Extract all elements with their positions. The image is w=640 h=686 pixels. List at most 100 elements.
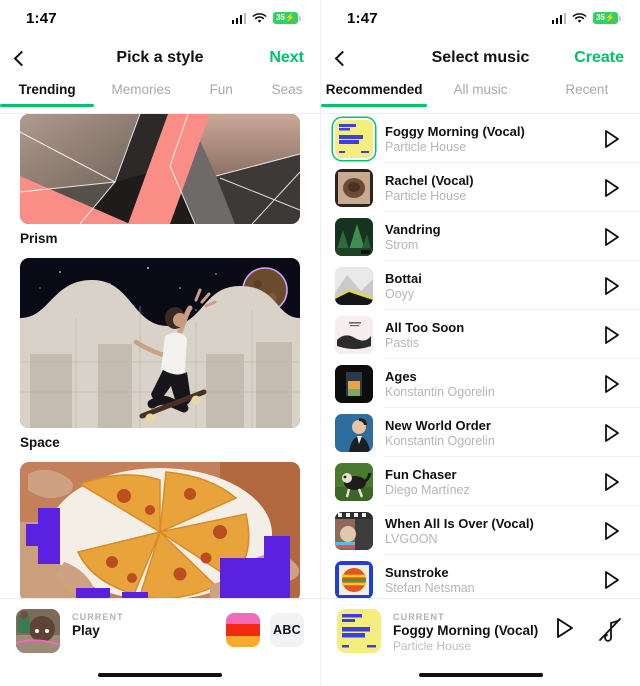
music-track-list[interactable]: Foggy Morning (Vocal) Particle House Rac… <box>321 114 640 598</box>
play-icon[interactable] <box>598 273 624 299</box>
battery-indicator: 35 ⚡ <box>593 12 621 24</box>
track-row[interactable]: All Too Soon Pastis <box>321 310 640 359</box>
track-artist: Pastis <box>385 335 420 350</box>
wifi-icon <box>572 12 587 23</box>
track-meta: Ages Konstantin Ogorelin <box>385 369 598 399</box>
phone-pick-a-style: 1:47 35 ⚡ Pick a style Next Trending Mem… <box>0 0 320 686</box>
style-thumbnail-space <box>20 258 300 428</box>
track-artist: Konstantin Ogorelin <box>385 433 495 448</box>
track-meta: Fun Chaser Diego Martínez <box>385 467 598 497</box>
track-title: When All Is Over (Vocal) <box>385 515 534 531</box>
current-artist: Particle House <box>393 639 472 653</box>
tab-fun[interactable]: Fun <box>188 80 254 107</box>
track-artist: Strom <box>385 237 419 252</box>
next-button[interactable]: Next <box>269 49 304 67</box>
music-tabs: Recommended All music Recent <box>321 80 640 114</box>
home-indicator-right <box>418 672 543 677</box>
track-row[interactable]: New World Order Konstantin Ogorelin <box>321 408 640 457</box>
track-meta: Vandring Strom <box>385 222 598 252</box>
track-artist: Diego Martínez <box>385 482 470 497</box>
track-row[interactable]: Vandring Strom <box>321 212 640 261</box>
status-bar-left: 1:47 35 ⚡ <box>0 0 320 36</box>
battery-level: 35 <box>596 13 605 22</box>
play-icon[interactable] <box>598 175 624 201</box>
battery-indicator: 35 ⚡ <box>273 12 301 24</box>
track-title: Ages <box>385 368 417 384</box>
track-artist: LVGOON <box>385 531 438 546</box>
current-media-thumbnail[interactable] <box>16 609 60 653</box>
play-icon[interactable] <box>598 371 624 397</box>
tab-recommended[interactable]: Recommended <box>321 80 428 107</box>
chevron-left-icon <box>334 50 351 66</box>
tab-seasonal[interactable]: Seas <box>254 80 320 107</box>
style-card-space[interactable]: Space <box>20 258 300 450</box>
music-note-muted-icon[interactable] <box>596 615 624 643</box>
text-style-button[interactable]: ABC <box>270 613 304 647</box>
charging-bolt-icon: ⚡ <box>284 13 295 22</box>
style-card-pizza[interactable] <box>20 462 300 598</box>
nav-bar-left: Pick a style Next <box>0 36 320 80</box>
track-row[interactable]: Bottai Ooyy <box>321 261 640 310</box>
status-time: 1:47 <box>26 9 57 27</box>
track-title: Fun Chaser <box>385 466 457 482</box>
current-kicker: CURRENT <box>72 612 124 622</box>
style-thumbnail-pizza <box>20 462 300 598</box>
style-card-list[interactable]: Prism Space <box>0 114 320 598</box>
tab-trending[interactable]: Trending <box>0 80 95 107</box>
play-icon[interactable] <box>598 469 624 495</box>
current-title: Foggy Morning (Vocal) <box>393 623 539 638</box>
track-row[interactable]: When All Is Over (Vocal) LVGOON <box>321 506 640 555</box>
status-icons: 35 ⚡ <box>551 12 621 24</box>
track-row[interactable]: Rachel (Vocal) Particle House <box>321 163 640 212</box>
play-icon[interactable] <box>598 322 624 348</box>
track-row[interactable]: Ages Konstantin Ogorelin <box>321 359 640 408</box>
status-bar-right: 1:47 35 ⚡ <box>321 0 640 36</box>
album-art-new-world-order <box>335 413 373 452</box>
track-artist: Ooyy <box>385 286 415 301</box>
current-track-thumbnail[interactable] <box>337 609 381 653</box>
battery-level: 35 <box>276 13 285 22</box>
tab-memories[interactable]: Memories <box>94 80 188 107</box>
album-art-vandring <box>335 217 373 256</box>
back-button[interactable] <box>334 43 367 73</box>
tab-recent[interactable]: Recent <box>534 80 640 107</box>
signal-bars-icon <box>551 12 566 24</box>
status-icons: 35 ⚡ <box>231 12 301 24</box>
charging-bolt-icon: ⚡ <box>604 13 615 22</box>
play-icon[interactable] <box>550 614 578 642</box>
wifi-icon <box>252 12 267 23</box>
track-artist: Particle House <box>385 188 467 203</box>
track-title: Rachel (Vocal) <box>385 172 474 188</box>
track-meta: Foggy Morning (Vocal) Particle House <box>385 124 598 154</box>
style-label-space: Space <box>20 435 60 450</box>
track-meta: When All Is Over (Vocal) LVGOON <box>385 516 598 546</box>
chevron-left-icon <box>13 50 30 66</box>
track-row[interactable]: Sunstroke Stefan Netsman <box>321 555 640 598</box>
back-button[interactable] <box>13 43 46 73</box>
album-art-all-too-soon <box>335 315 373 354</box>
track-row[interactable]: Fun Chaser Diego Martínez <box>321 457 640 506</box>
style-label-prism: Prism <box>20 231 58 246</box>
style-card-prism[interactable]: Prism <box>20 114 300 246</box>
track-title: Sunstroke <box>385 564 449 580</box>
track-artist: Stefan Netsman <box>385 580 475 595</box>
tab-all-music[interactable]: All music <box>427 80 533 107</box>
track-row[interactable]: Foggy Morning (Vocal) Particle House <box>321 114 640 163</box>
play-icon[interactable] <box>598 567 624 593</box>
home-indicator-left <box>98 672 222 677</box>
style-tabs: Trending Memories Fun Seas <box>0 80 320 114</box>
album-art-when-all-is-over <box>335 511 373 550</box>
play-icon[interactable] <box>598 126 624 152</box>
nav-bar-right: Select music Create <box>321 36 640 80</box>
color-swatch-button[interactable] <box>226 613 260 647</box>
album-art-rachel <box>335 168 373 207</box>
play-icon[interactable] <box>598 224 624 250</box>
track-meta: All Too Soon Pastis <box>385 320 598 350</box>
track-artist: Particle House <box>385 139 467 154</box>
album-art-ages <box>335 364 373 403</box>
play-icon[interactable] <box>598 420 624 446</box>
create-button[interactable]: Create <box>574 49 624 67</box>
track-meta: Sunstroke Stefan Netsman <box>385 565 598 595</box>
track-artist: Konstantin Ogorelin <box>385 384 495 399</box>
play-icon[interactable] <box>598 518 624 544</box>
